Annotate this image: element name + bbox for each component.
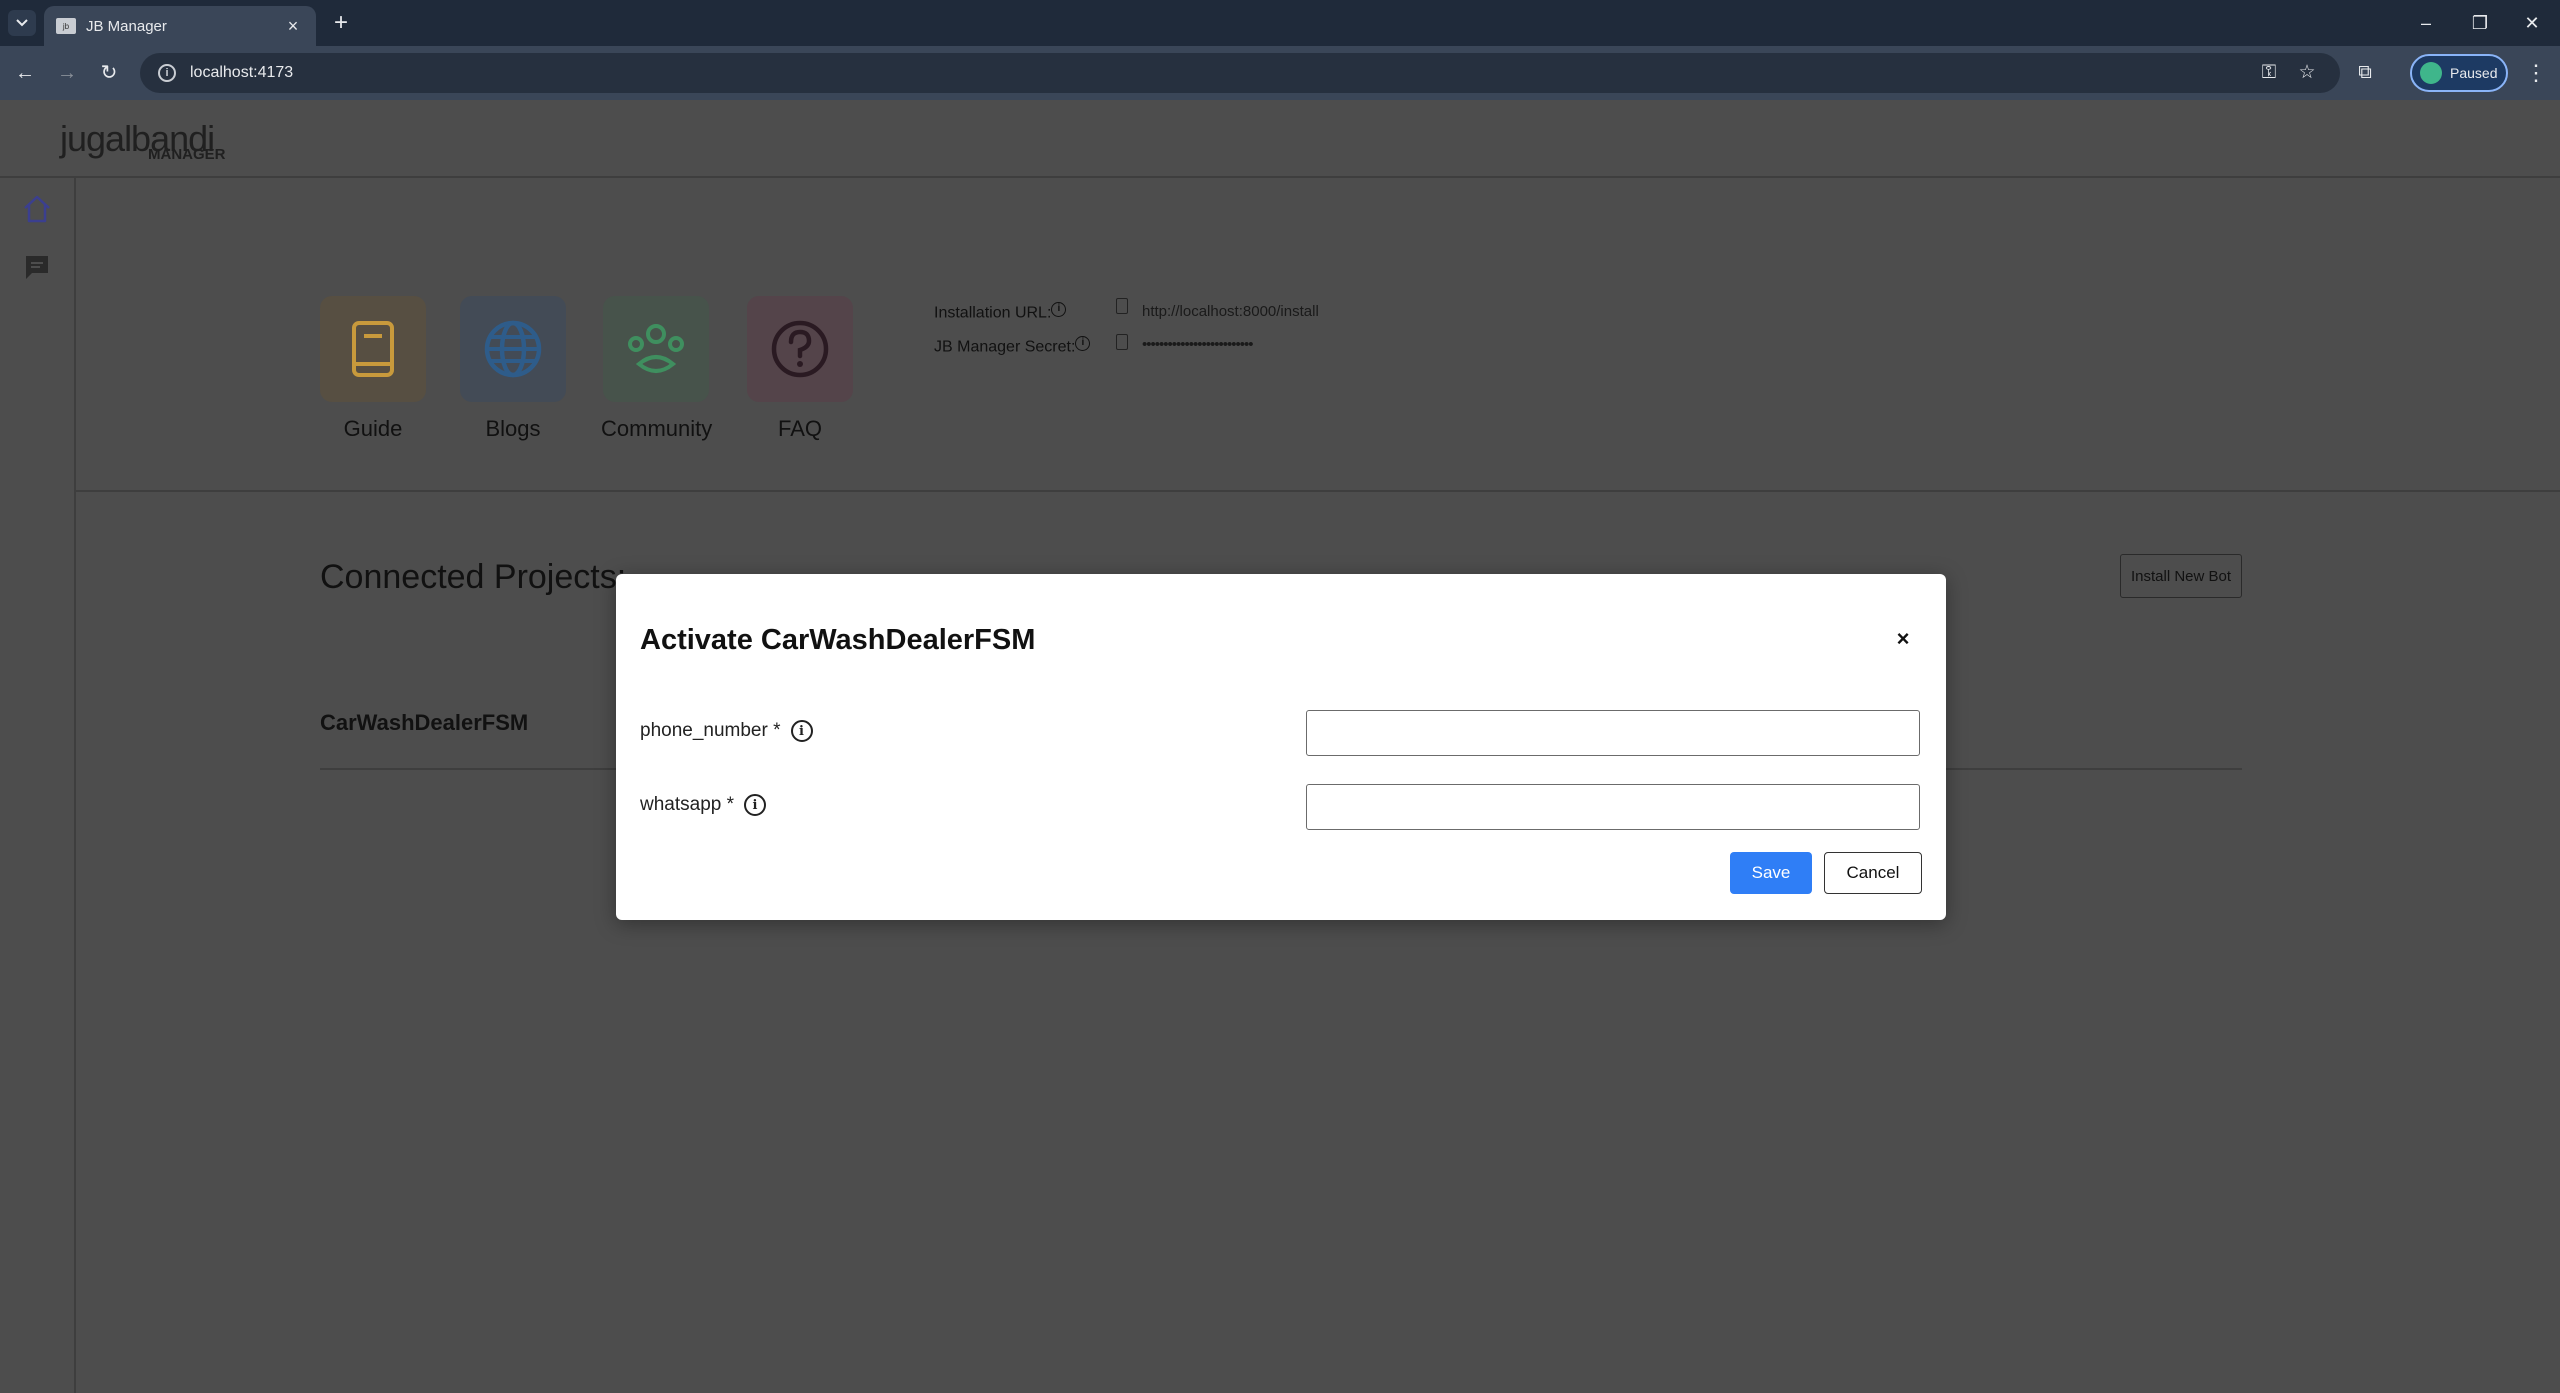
copy-icon[interactable]: [1116, 334, 1128, 350]
browser-tab[interactable]: jb JB Manager ×: [44, 6, 316, 46]
minimize-icon[interactable]: –: [2406, 8, 2446, 38]
browser-tab-bar: jb JB Manager × + – ❐ ✕: [0, 0, 2560, 46]
quick-link-guide[interactable]: Guide: [318, 296, 428, 442]
info-icon[interactable]: i: [790, 720, 813, 742]
back-icon[interactable]: ←: [10, 58, 40, 88]
cancel-button[interactable]: Cancel: [1824, 852, 1922, 894]
new-tab-button[interactable]: +: [326, 8, 356, 38]
whatsapp-label-row: whatsapp * i: [640, 794, 767, 816]
activate-modal: Activate CarWashDealerFSM × phone_number…: [616, 574, 1946, 920]
app-header: jugalbandi MANAGER: [0, 100, 2560, 178]
quick-label-community: Community: [601, 416, 713, 441]
quick-link-community[interactable]: Community: [601, 296, 713, 442]
restore-icon[interactable]: ❐: [2460, 8, 2500, 38]
info-icon[interactable]: i: [1075, 336, 1091, 351]
quick-label-faq: FAQ: [777, 416, 822, 441]
installation-url-label-row: Installation URL: i: [934, 302, 1067, 322]
projects-title: Connected Projects:: [320, 558, 627, 596]
address-url: localhost:4173: [190, 64, 294, 81]
secret-label: JB Manager Secret:: [934, 338, 1076, 356]
phone-number-label-row: phone_number * i: [640, 720, 813, 742]
extensions-icon[interactable]: ⧉: [2352, 60, 2378, 86]
browser-menu-icon[interactable]: ⋮: [2524, 58, 2548, 88]
modal-title: Activate CarWashDealerFSM: [640, 624, 1036, 656]
sidebar-item-chat[interactable]: [16, 246, 58, 288]
people-icon: [628, 324, 684, 373]
bookmark-star-icon[interactable]: ☆: [2294, 60, 2320, 86]
app-logo[interactable]: jugalbandi MANAGER: [60, 118, 230, 166]
password-key-icon[interactable]: ⚿: [2256, 60, 2282, 86]
book-icon: [352, 321, 394, 377]
globe-icon: [484, 320, 542, 378]
address-bar[interactable]: i localhost:4173: [140, 53, 2340, 93]
phone-number-input[interactable]: [1306, 710, 1920, 756]
quick-tile-blogs: [460, 296, 566, 402]
chevron-down-icon: [16, 19, 28, 27]
copy-icon[interactable]: [1116, 298, 1128, 314]
whatsapp-label: whatsapp *: [640, 794, 735, 815]
whatsapp-input[interactable]: [1306, 784, 1920, 830]
secret-value: ••••••••••••••••••••••••••: [1142, 336, 1254, 353]
installation-url-label: Installation URL:: [934, 304, 1052, 322]
sidebar: [0, 178, 76, 1393]
reload-icon[interactable]: ↻: [94, 58, 124, 88]
tab-title: JB Manager: [86, 17, 167, 35]
installation-url-value: http://localhost:8000/install: [1142, 303, 1319, 320]
forward-icon[interactable]: →: [52, 58, 82, 88]
sidebar-item-home[interactable]: [16, 188, 58, 230]
logo-sub-text: MANAGER: [148, 146, 226, 163]
home-icon: [24, 195, 50, 223]
profile-status: Paused: [2450, 65, 2498, 81]
quick-label-blogs: Blogs: [485, 416, 541, 441]
section-divider: [76, 490, 2560, 492]
tab-close-icon[interactable]: ×: [282, 16, 304, 37]
site-info-icon[interactable]: i: [158, 64, 176, 82]
profile-button[interactable]: Paused: [2410, 54, 2508, 92]
tab-favicon-icon: jb: [56, 18, 76, 34]
phone-number-label: phone_number *: [640, 720, 781, 741]
quick-tile-community: [603, 296, 709, 402]
question-icon: [771, 320, 829, 378]
tab-search-button[interactable]: [8, 10, 36, 36]
quick-tile-faq: [747, 296, 853, 402]
chat-icon: [26, 256, 48, 279]
project-name[interactable]: CarWashDealerFSM: [320, 710, 528, 736]
close-icon[interactable]: ×: [1890, 626, 1916, 652]
window-close-icon[interactable]: ✕: [2512, 8, 2552, 38]
browser-toolbar: ← → ↻ i localhost:4173 ⚿ ☆ ⧉ Paused ⋮: [0, 46, 2560, 100]
install-new-bot-button[interactable]: Install New Bot: [2120, 554, 2242, 598]
info-icon[interactable]: i: [744, 794, 767, 816]
info-icon[interactable]: i: [1051, 302, 1067, 317]
quick-link-blogs[interactable]: Blogs: [458, 296, 568, 442]
avatar: [2420, 62, 2442, 84]
secret-label-row: JB Manager Secret: i: [934, 336, 1091, 356]
quick-link-faq[interactable]: FAQ: [745, 296, 855, 442]
quick-label-guide: Guide: [343, 416, 403, 441]
save-button[interactable]: Save: [1730, 852, 1812, 894]
quick-tile-guide: [320, 296, 426, 402]
